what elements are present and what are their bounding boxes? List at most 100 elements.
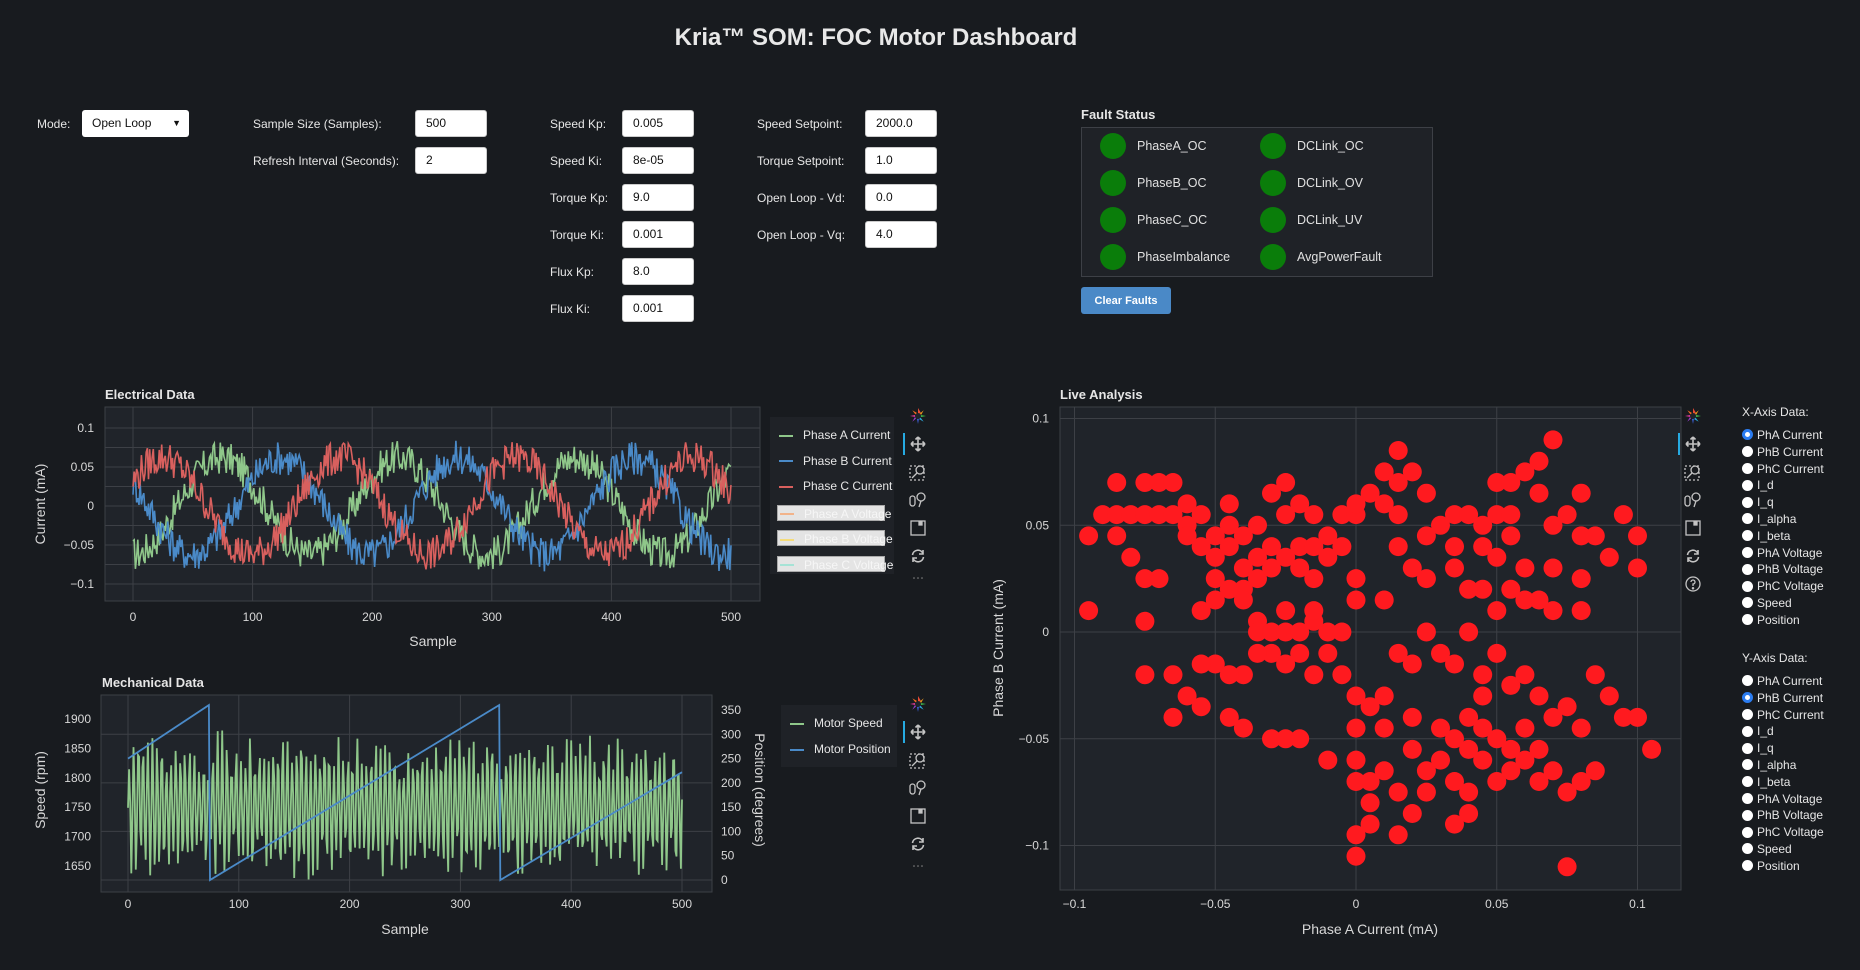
scatter-point (1416, 622, 1436, 642)
legend-item[interactable]: Phase C Voltage (777, 555, 893, 572)
save-icon[interactable] (907, 517, 929, 539)
radio-button-icon[interactable] (1742, 776, 1753, 788)
legend-item[interactable]: Phase B Current (779, 454, 892, 472)
radio-button-icon[interactable] (1742, 675, 1753, 687)
more-icon[interactable] (907, 861, 929, 871)
reset-icon[interactable] (907, 833, 929, 855)
box-zoom-icon[interactable] (907, 461, 929, 483)
pan-icon[interactable] (903, 433, 929, 455)
reset-icon[interactable] (907, 545, 929, 567)
box-zoom-icon[interactable] (907, 749, 929, 771)
y-axis-radio-option[interactable]: Speed (1742, 842, 1792, 858)
scatter-point (1459, 707, 1479, 727)
legend-item[interactable]: Phase A Current (779, 428, 890, 446)
scatter-point (1332, 537, 1352, 557)
save-icon[interactable] (907, 805, 929, 827)
radio-button-icon[interactable] (1742, 429, 1753, 441)
box-zoom-icon[interactable] (1682, 461, 1704, 483)
electrical-legend: Phase A Current Phase B Current Phase C Cu… (770, 417, 894, 574)
radio-label: PhA Current (1757, 428, 1823, 442)
y-axis-radio-option[interactable]: I_q (1742, 741, 1774, 757)
radio-button-icon[interactable] (1742, 826, 1753, 838)
radio-button-icon[interactable] (1742, 446, 1753, 458)
radio-button-icon[interactable] (1742, 580, 1753, 592)
scatter-point (1543, 558, 1563, 578)
radio-button-icon[interactable] (1742, 742, 1753, 754)
y-axis-radio-option[interactable]: PhA Voltage (1742, 792, 1822, 808)
wheel-zoom-icon[interactable] (907, 777, 929, 799)
x-axis-radio-option[interactable]: PhC Current (1742, 462, 1824, 478)
help-icon[interactable] (1682, 573, 1704, 595)
x-axis-radio-option[interactable]: I_beta (1742, 529, 1790, 545)
scatter-point (1416, 569, 1436, 589)
pan-icon[interactable] (903, 721, 929, 743)
x-axis-radio-option[interactable]: PhC Voltage (1742, 579, 1824, 595)
radio-button-icon[interactable] (1742, 708, 1753, 720)
live-analysis-chart[interactable]: −0.1 −0.05 0 0.05 0.1 0.1 0.05 0 −0.05 −0.1 Phase … (0, 0, 1860, 970)
radio-button-icon[interactable] (1742, 479, 1753, 491)
scatter-point (1529, 772, 1549, 791)
x-tick-label: −0.1 (1063, 897, 1087, 911)
radio-button-icon[interactable] (1742, 563, 1753, 575)
wheel-zoom-icon[interactable] (907, 489, 929, 511)
scatter-point (1431, 515, 1450, 535)
x-axis-radio-option[interactable]: PhA Current (1742, 428, 1822, 444)
radio-button-icon[interactable] (1742, 809, 1753, 821)
radio-button-icon[interactable] (1742, 692, 1753, 704)
radio-label: PhC Voltage (1757, 825, 1824, 840)
x-axis-radio-option[interactable]: PhB Current (1742, 445, 1823, 461)
legend-item[interactable]: Motor Speed (790, 716, 883, 734)
x-axis-radio-option[interactable]: Position (1742, 613, 1800, 629)
y-axis-radio-option[interactable]: I_alpha (1742, 758, 1796, 774)
scatter-point (1191, 697, 1211, 717)
radio-button-icon[interactable] (1742, 792, 1753, 804)
x-axis-radio-option[interactable]: Speed (1742, 596, 1792, 612)
x-axis-radio-option[interactable]: PhA Voltage (1742, 546, 1822, 562)
radio-button-icon[interactable] (1742, 843, 1753, 855)
y-axis-radio-option[interactable]: PhA Current (1742, 674, 1822, 690)
y-axis-radio-option[interactable]: I_beta (1742, 775, 1790, 791)
y-axis-radio-option[interactable]: I_d (1742, 724, 1774, 740)
radio-button-icon[interactable] (1742, 530, 1753, 542)
y-axis-radio-option[interactable]: PhC Voltage (1742, 825, 1824, 841)
bokeh-logo-icon (907, 693, 929, 715)
y-tick-label: 0.1 (1032, 412, 1049, 426)
radio-label: Position (1757, 612, 1800, 627)
radio-button-icon[interactable] (1742, 496, 1753, 508)
scatter-point (1571, 569, 1591, 589)
x-axis-radio-option[interactable]: I_d (1742, 478, 1774, 494)
legend-item[interactable]: Motor Position (790, 742, 891, 760)
legend-label: Phase C Voltage (804, 557, 894, 572)
scatter-point (1388, 441, 1408, 460)
radio-button-icon[interactable] (1742, 513, 1753, 525)
legend-item[interactable]: Phase B Voltage (777, 530, 893, 546)
scatter-point (1515, 558, 1535, 578)
wheel-zoom-icon[interactable] (1682, 489, 1704, 511)
legend-swatch-icon (780, 564, 794, 567)
radio-button-icon[interactable] (1742, 546, 1753, 558)
y-axis-radio-option[interactable]: PhC Current (1742, 708, 1824, 724)
radio-button-icon[interactable] (1742, 462, 1753, 474)
x-axis-radio-option[interactable]: PhB Voltage (1742, 562, 1823, 578)
x-axis-radio-option[interactable]: I_q (1742, 495, 1774, 511)
pan-icon[interactable] (1678, 433, 1704, 455)
radio-button-icon[interactable] (1742, 725, 1753, 737)
legend-item[interactable]: Phase A Voltage (777, 504, 891, 521)
scatter-point (1613, 505, 1633, 525)
radio-label: PhC Current (1757, 461, 1824, 476)
y-axis-radio-option[interactable]: Position (1742, 859, 1800, 875)
legend-item[interactable]: Phase C Current (779, 479, 892, 497)
active-tool-indicator (903, 721, 905, 743)
radio-button-icon[interactable] (1742, 759, 1753, 771)
radio-button-icon[interactable] (1742, 614, 1753, 626)
y-axis-radio-option[interactable]: PhB Voltage (1742, 808, 1823, 824)
reset-icon[interactable] (1682, 545, 1704, 567)
y-axis-radio-option[interactable]: PhB Current (1742, 691, 1823, 707)
radio-button-icon[interactable] (1742, 860, 1753, 872)
more-icon[interactable] (907, 573, 929, 583)
scatter-point (1121, 547, 1141, 567)
x-axis-radio-option[interactable]: I_alpha (1742, 512, 1796, 528)
scatter-point (1585, 526, 1605, 546)
save-icon[interactable] (1682, 517, 1704, 539)
radio-button-icon[interactable] (1742, 597, 1753, 609)
